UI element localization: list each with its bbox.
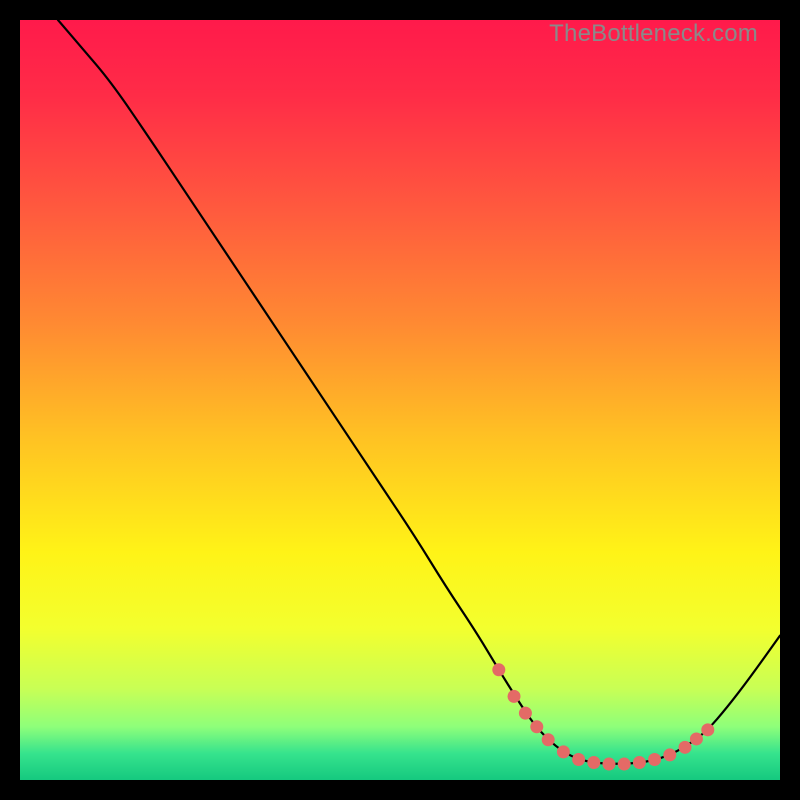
chart-frame: TheBottleneck.com: [20, 20, 780, 780]
marker-dot: [572, 753, 585, 766]
marker-dot: [633, 756, 646, 769]
marker-dot: [618, 758, 631, 771]
marker-dot: [603, 758, 616, 771]
marker-dot: [557, 745, 570, 758]
marker-dot: [663, 748, 676, 761]
marker-dot: [587, 756, 600, 769]
marker-dot: [530, 720, 543, 733]
marker-dot: [679, 741, 692, 754]
marker-dot: [648, 753, 661, 766]
gradient-background: [20, 20, 780, 780]
marker-dot: [508, 690, 521, 703]
marker-dot: [542, 733, 555, 746]
marker-dot: [492, 663, 505, 676]
watermark-text: TheBottleneck.com: [549, 20, 758, 48]
marker-dot: [690, 732, 703, 745]
marker-dot: [701, 723, 714, 736]
bottleneck-chart: [20, 20, 780, 780]
marker-dot: [519, 707, 532, 720]
